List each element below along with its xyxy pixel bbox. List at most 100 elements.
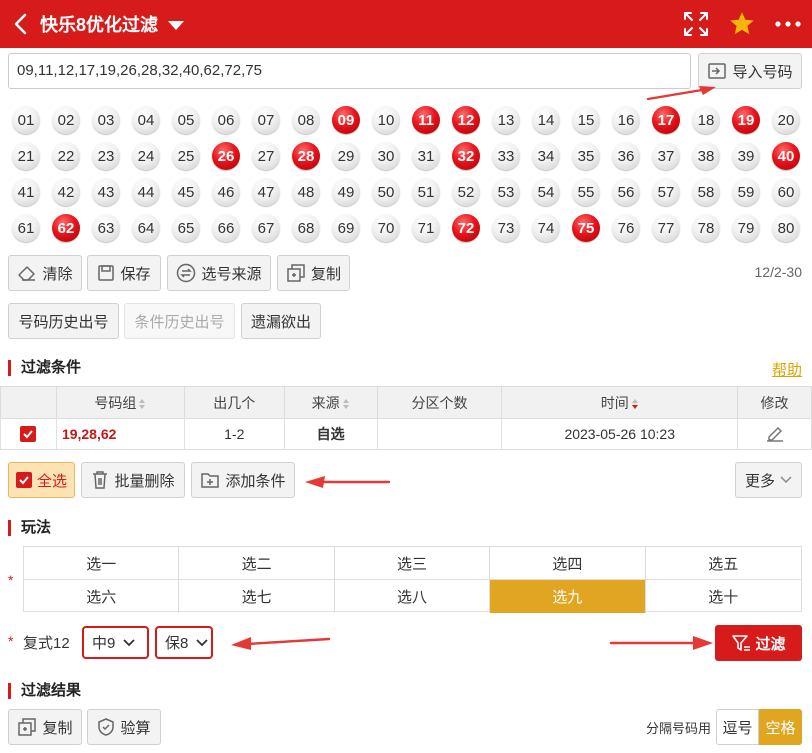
number-ball-61[interactable]: 61	[12, 214, 40, 242]
number-ball-05[interactable]: 05	[172, 106, 200, 134]
row-edit-cell[interactable]	[737, 418, 812, 450]
number-ball-02[interactable]: 02	[52, 106, 80, 134]
number-ball-13[interactable]: 13	[492, 106, 520, 134]
number-ball-24[interactable]: 24	[132, 142, 160, 170]
missing-button[interactable]: 遗漏欲出	[241, 303, 321, 339]
number-ball-21[interactable]: 21	[12, 142, 40, 170]
keep-select[interactable]: 保8	[155, 626, 213, 659]
play-mode-option[interactable]: 选五	[645, 547, 801, 580]
number-ball-08[interactable]: 08	[292, 106, 320, 134]
play-mode-option[interactable]: 选一	[24, 547, 180, 580]
number-ball-42[interactable]: 42	[52, 178, 80, 206]
number-ball-06[interactable]: 06	[212, 106, 240, 134]
copy-result-button[interactable]: 复制	[8, 709, 82, 745]
number-ball-37[interactable]: 37	[652, 142, 680, 170]
number-ball-72[interactable]: 72	[452, 214, 480, 242]
number-ball-66[interactable]: 66	[212, 214, 240, 242]
fullscreen-icon[interactable]	[682, 10, 710, 38]
number-ball-33[interactable]: 33	[492, 142, 520, 170]
number-ball-53[interactable]: 53	[492, 178, 520, 206]
number-ball-57[interactable]: 57	[652, 178, 680, 206]
number-ball-36[interactable]: 36	[612, 142, 640, 170]
number-ball-70[interactable]: 70	[372, 214, 400, 242]
number-ball-68[interactable]: 68	[292, 214, 320, 242]
number-ball-69[interactable]: 69	[332, 214, 360, 242]
play-mode-option[interactable]: 选三	[334, 547, 491, 580]
number-ball-71[interactable]: 71	[412, 214, 440, 242]
number-ball-32[interactable]: 32	[452, 142, 480, 170]
number-ball-48[interactable]: 48	[292, 178, 320, 206]
number-ball-52[interactable]: 52	[452, 178, 480, 206]
separator-space-option[interactable]: 空格	[759, 709, 802, 745]
separator-comma-option[interactable]: 逗号	[716, 709, 759, 745]
source-button[interactable]: 选号来源	[167, 255, 271, 291]
more-dots-icon[interactable]	[774, 10, 802, 38]
number-ball-26[interactable]: 26	[212, 142, 240, 170]
number-ball-56[interactable]: 56	[612, 178, 640, 206]
number-ball-39[interactable]: 39	[732, 142, 760, 170]
number-ball-51[interactable]: 51	[412, 178, 440, 206]
number-ball-10[interactable]: 10	[372, 106, 400, 134]
table-header-source[interactable]: 来源	[283, 386, 378, 419]
more-button[interactable]: 更多	[735, 462, 802, 498]
batch-delete-button[interactable]: 批量删除	[81, 462, 185, 498]
number-ball-17[interactable]: 17	[652, 106, 680, 134]
number-ball-25[interactable]: 25	[172, 142, 200, 170]
number-ball-31[interactable]: 31	[412, 142, 440, 170]
number-ball-09[interactable]: 09	[332, 106, 360, 134]
number-ball-15[interactable]: 15	[572, 106, 600, 134]
number-ball-62[interactable]: 62	[52, 214, 80, 242]
number-ball-41[interactable]: 41	[12, 178, 40, 206]
number-ball-64[interactable]: 64	[132, 214, 160, 242]
number-ball-63[interactable]: 63	[92, 214, 120, 242]
number-ball-38[interactable]: 38	[692, 142, 720, 170]
table-header-numbers[interactable]: 号码组	[55, 386, 185, 419]
number-ball-19[interactable]: 19	[732, 106, 760, 134]
number-ball-29[interactable]: 29	[332, 142, 360, 170]
help-link[interactable]: 帮助	[772, 359, 802, 380]
play-mode-option[interactable]: 选八	[335, 580, 491, 613]
number-ball-01[interactable]: 01	[12, 106, 40, 134]
number-ball-23[interactable]: 23	[92, 142, 120, 170]
select-all-button[interactable]: 全选	[8, 462, 75, 498]
star-favorite-icon[interactable]	[728, 10, 756, 38]
number-ball-07[interactable]: 07	[252, 106, 280, 134]
number-ball-43[interactable]: 43	[92, 178, 120, 206]
number-ball-11[interactable]: 11	[412, 106, 440, 134]
verify-button[interactable]: 验算	[87, 709, 161, 745]
row-checkbox-cell[interactable]	[0, 418, 57, 450]
number-ball-59[interactable]: 59	[732, 178, 760, 206]
number-ball-28[interactable]: 28	[292, 142, 320, 170]
number-ball-44[interactable]: 44	[132, 178, 160, 206]
table-header-time[interactable]: 时间	[501, 386, 739, 419]
number-ball-03[interactable]: 03	[92, 106, 120, 134]
table-row[interactable]: 19,28,62 1-2 自选 2023-05-26 10:23	[0, 418, 812, 450]
number-ball-65[interactable]: 65	[172, 214, 200, 242]
number-ball-79[interactable]: 79	[732, 214, 760, 242]
number-ball-14[interactable]: 14	[532, 106, 560, 134]
number-ball-22[interactable]: 22	[52, 142, 80, 170]
hit-select[interactable]: 中9	[82, 626, 149, 659]
number-ball-45[interactable]: 45	[172, 178, 200, 206]
number-ball-76[interactable]: 76	[612, 214, 640, 242]
play-mode-option[interactable]: 选七	[179, 580, 335, 613]
number-ball-49[interactable]: 49	[332, 178, 360, 206]
play-mode-option[interactable]: 选二	[179, 547, 335, 580]
number-ball-35[interactable]: 35	[572, 142, 600, 170]
number-ball-27[interactable]: 27	[252, 142, 280, 170]
number-ball-60[interactable]: 60	[772, 178, 800, 206]
number-ball-04[interactable]: 04	[132, 106, 160, 134]
save-button[interactable]: 保存	[87, 255, 161, 291]
number-ball-78[interactable]: 78	[692, 214, 720, 242]
number-ball-34[interactable]: 34	[532, 142, 560, 170]
number-ball-50[interactable]: 50	[372, 178, 400, 206]
number-ball-77[interactable]: 77	[652, 214, 680, 242]
copy-button[interactable]: 复制	[277, 255, 350, 291]
number-ball-67[interactable]: 67	[252, 214, 280, 242]
number-ball-47[interactable]: 47	[252, 178, 280, 206]
number-ball-55[interactable]: 55	[572, 178, 600, 206]
back-button[interactable]	[0, 0, 40, 48]
page-title[interactable]: 快乐8优化过滤	[40, 11, 185, 37]
condition-history-button[interactable]: 条件历史出号	[124, 303, 235, 339]
filter-button[interactable]: 过滤	[715, 625, 802, 661]
